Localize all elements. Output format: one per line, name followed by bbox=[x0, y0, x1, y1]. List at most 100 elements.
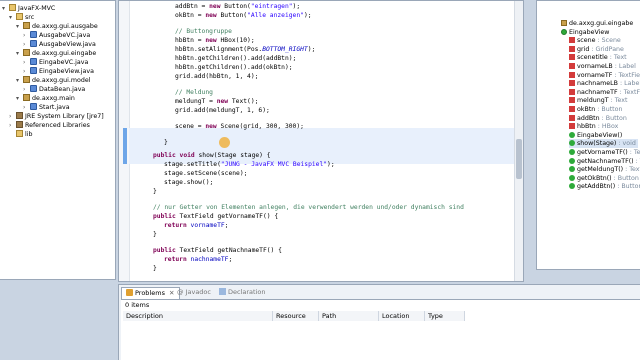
tree-item-label: Start.java bbox=[39, 104, 70, 111]
class-icon bbox=[561, 28, 567, 35]
outline-item-label: vornameLB bbox=[577, 63, 613, 70]
column-type[interactable]: Type bbox=[425, 311, 465, 321]
outline-item-type: : GridPane bbox=[589, 45, 624, 53]
code-line[interactable]: grid.add(hbBtn, 1, 4); bbox=[175, 72, 258, 81]
outline-item[interactable]: getAddBtn() : Button bbox=[569, 182, 640, 191]
field-icon bbox=[569, 88, 575, 95]
field-icon bbox=[569, 123, 575, 130]
outline-item-label: nachnameTF bbox=[577, 88, 618, 96]
tree-item-label: lib bbox=[25, 131, 33, 138]
column-location[interactable]: Location bbox=[379, 311, 425, 321]
outline-item-label: de.axxg.gui.eingabe bbox=[569, 20, 634, 27]
tree-item[interactable]: › EingabeView.java bbox=[23, 67, 94, 76]
collapse-icon[interactable]: ▾ bbox=[16, 94, 23, 103]
code-line[interactable]: return vornameTF; bbox=[164, 221, 228, 230]
tree-item-label: Referenced Libraries bbox=[25, 122, 90, 129]
java-file-icon bbox=[30, 31, 37, 38]
expand-icon[interactable]: › bbox=[23, 67, 30, 76]
code-line[interactable]: public void show(Stage stage) { bbox=[153, 151, 271, 160]
code-line[interactable]: stage.show(); bbox=[164, 178, 213, 187]
tab-declaration[interactable]: Declaration bbox=[215, 287, 269, 298]
package-icon bbox=[561, 20, 567, 26]
code-line[interactable]: public TextField getVornameTF() { bbox=[153, 212, 278, 221]
tab-problems[interactable]: Problems ✕ bbox=[121, 287, 180, 299]
folder-icon bbox=[16, 130, 23, 137]
collapse-icon[interactable]: ▾ bbox=[2, 4, 9, 13]
code-line[interactable]: grid.add(meldungT, 1, 6); bbox=[175, 106, 270, 115]
code-line[interactable]: hbBtn.setAlignment(Pos.BOTTOM_RIGHT); bbox=[175, 45, 315, 54]
change-marker bbox=[123, 128, 127, 164]
tree-item[interactable]: › AusgabeView.java bbox=[23, 40, 96, 49]
editor-vertical-scrollbar[interactable] bbox=[514, 1, 523, 281]
tree-item[interactable]: › DataBean.java bbox=[23, 85, 85, 94]
tree-item[interactable]: › AusgabeVC.java bbox=[23, 31, 90, 40]
code-line[interactable]: // nur Getter von Elementen anlegen, die… bbox=[153, 203, 464, 212]
code-line[interactable]: } bbox=[153, 230, 157, 239]
column-description[interactable]: Description bbox=[123, 311, 273, 321]
tree-item[interactable]: › Start.java bbox=[23, 103, 70, 112]
expand-icon[interactable]: › bbox=[23, 31, 30, 40]
field-icon bbox=[569, 54, 575, 61]
collapse-icon[interactable]: ▾ bbox=[16, 49, 23, 58]
tree-item[interactable]: › Referenced Libraries bbox=[9, 121, 90, 130]
outline-item-type: : Scene bbox=[595, 37, 621, 45]
column-path[interactable]: Path bbox=[319, 311, 379, 321]
scrollbar-thumb[interactable] bbox=[516, 139, 522, 179]
outline-item-type: : Button bbox=[611, 174, 639, 182]
expand-icon[interactable]: › bbox=[23, 103, 30, 112]
tree-item[interactable]: ▾ JavaFX-MVC bbox=[2, 4, 55, 13]
expand-icon[interactable]: › bbox=[23, 58, 30, 67]
outline-item-label: getOkBtn() bbox=[577, 174, 612, 182]
code-line[interactable]: // Buttongruppe bbox=[175, 27, 232, 36]
outline-item-type: : Button bbox=[615, 183, 640, 191]
code-line[interactable]: // Meldung bbox=[175, 88, 213, 97]
problems-icon bbox=[126, 289, 133, 296]
outline-item-type: : TextField bbox=[635, 157, 640, 165]
library-icon bbox=[16, 112, 23, 119]
code-line[interactable]: hbBtn.getChildren().add(okBtn); bbox=[175, 63, 293, 72]
outline-item-type: : Label bbox=[612, 63, 636, 70]
tree-item-label: EingabeView.java bbox=[39, 68, 95, 75]
expand-icon[interactable]: › bbox=[23, 40, 30, 49]
code-line[interactable]: scene = new Scene(grid, 300, 300); bbox=[175, 122, 304, 131]
code-line[interactable]: } bbox=[164, 138, 168, 147]
field-icon bbox=[569, 63, 575, 69]
java-file-icon bbox=[30, 85, 37, 92]
code-line[interactable]: stage.setTitle("JUNG - JavaFX MVC Beispi… bbox=[164, 160, 335, 169]
source-folder-icon bbox=[16, 13, 23, 20]
tree-item[interactable]: › JRE System Library [jre7] bbox=[9, 112, 104, 121]
code-line[interactable]: public TextField getNachnameTF() { bbox=[153, 246, 282, 255]
code-line[interactable]: meldungT = new Text(); bbox=[175, 97, 258, 106]
outline-item-type: : Button bbox=[599, 114, 627, 122]
code-line[interactable]: return nachnameTF; bbox=[164, 255, 232, 264]
field-icon bbox=[569, 45, 575, 52]
expand-icon[interactable]: › bbox=[9, 121, 16, 130]
tree-item[interactable]: ▾ src bbox=[9, 13, 34, 22]
expand-icon[interactable]: › bbox=[9, 112, 16, 121]
expand-icon[interactable]: › bbox=[23, 85, 30, 94]
code-line[interactable]: hbBtn = new HBox(10); bbox=[175, 36, 255, 45]
tree-item[interactable]: ▾ de.axxg.gui.eingabe bbox=[16, 49, 96, 58]
code-line[interactable]: } bbox=[153, 264, 157, 273]
collapse-icon[interactable]: ▾ bbox=[16, 22, 23, 31]
code-editor[interactable]: addBtn = new Button("eintragen"); okBtn =… bbox=[118, 0, 524, 282]
tree-item-label: AusgabeVC.java bbox=[39, 32, 91, 39]
outline-item-type: : Label bbox=[618, 80, 640, 88]
code-line[interactable]: public Text getMeldungT() { bbox=[153, 280, 255, 281]
column-resource[interactable]: Resource bbox=[273, 311, 319, 321]
collapse-icon[interactable]: ▾ bbox=[9, 13, 16, 22]
collapse-icon[interactable]: ▾ bbox=[16, 76, 23, 85]
tree-item[interactable]: ▾ de.axxg.main bbox=[16, 94, 75, 103]
java-file-icon bbox=[30, 58, 37, 65]
code-line[interactable]: addBtn = new Button("eintragen"); bbox=[175, 2, 300, 11]
method-icon bbox=[569, 183, 575, 190]
tree-item[interactable]: lib bbox=[9, 130, 33, 139]
tab-javadoc[interactable]: @ Javadoc bbox=[173, 287, 215, 298]
tree-item[interactable]: ▾ de.axxg.gui.ausgabe bbox=[16, 22, 98, 31]
code-line[interactable]: okBtn = new Button("Alle anzeigen"); bbox=[175, 11, 312, 20]
code-line[interactable]: hbBtn.getChildren().add(addBtn); bbox=[175, 54, 296, 63]
tree-item[interactable]: ▾ de.axxg.gui.model bbox=[16, 76, 91, 85]
code-line[interactable]: stage.setScene(scene); bbox=[164, 169, 247, 178]
tree-item[interactable]: › EingabeVC.java bbox=[23, 58, 88, 67]
code-line[interactable]: } bbox=[153, 187, 157, 196]
